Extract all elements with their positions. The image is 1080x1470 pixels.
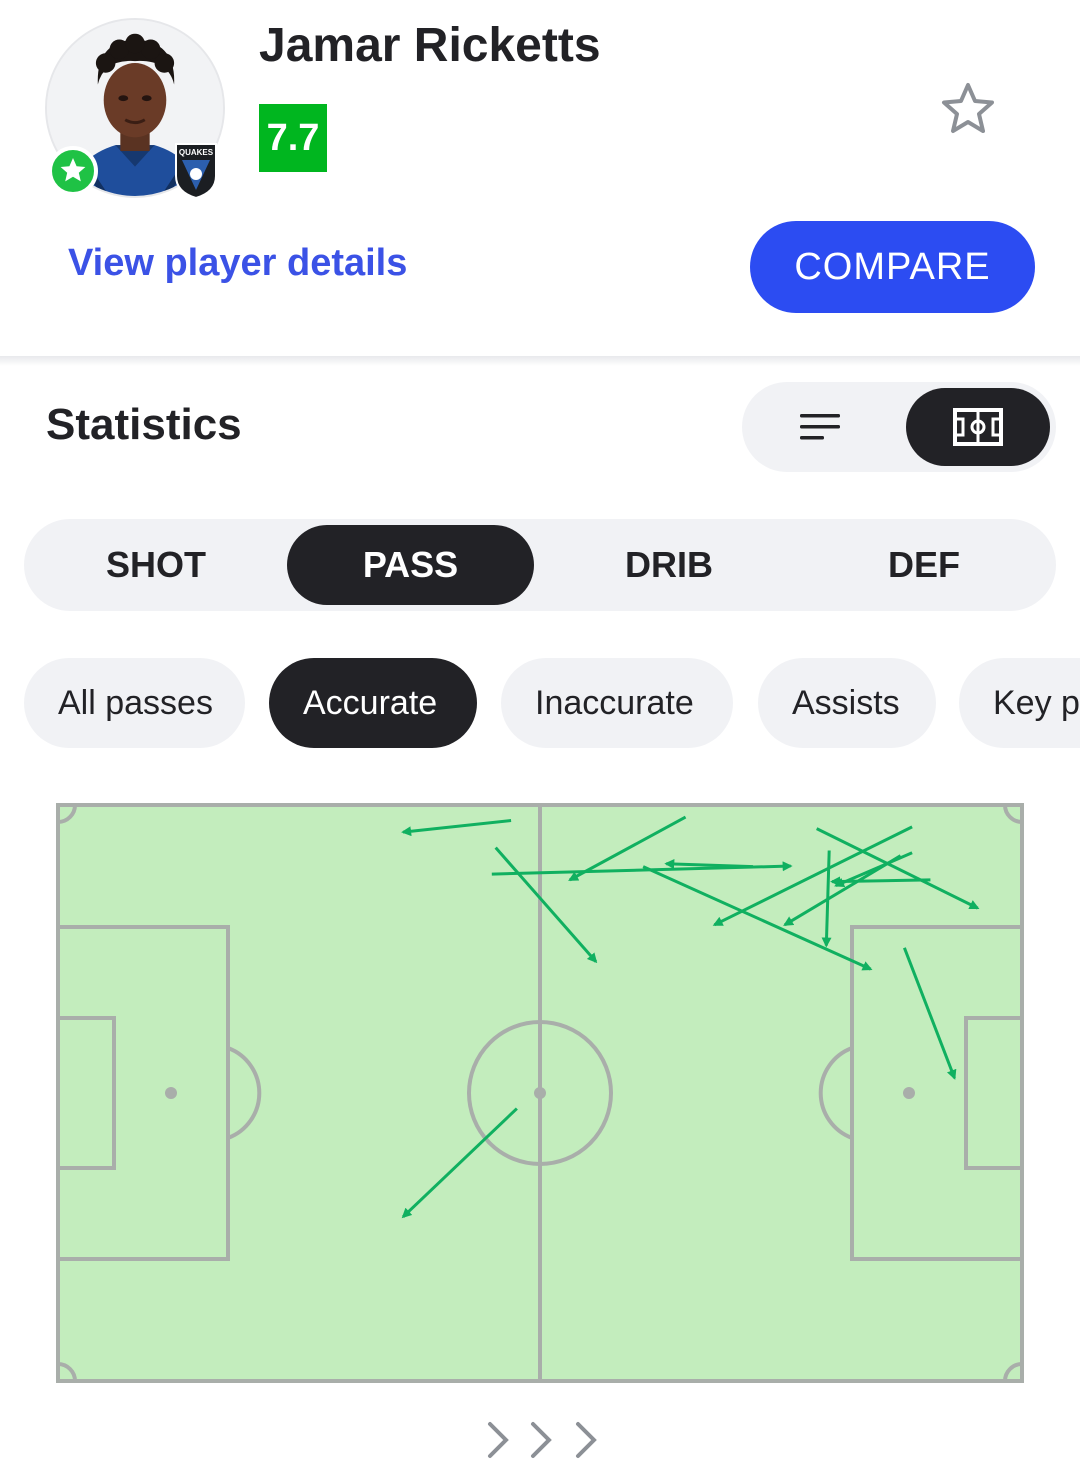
chevron-right-icon[interactable] [566, 1418, 606, 1462]
filter-assists[interactable]: Assists [758, 658, 936, 748]
view-player-details-link[interactable]: View player details [68, 242, 407, 285]
tab-pass[interactable]: PASS [287, 525, 534, 605]
chevron-right-icon[interactable] [521, 1418, 561, 1462]
favorite-star-icon[interactable] [938, 80, 998, 140]
filter-all-passes[interactable]: All passes [24, 658, 245, 748]
filter-key-passes[interactable]: Key passes [959, 658, 1080, 748]
pitch-view-icon[interactable] [906, 388, 1050, 466]
tab-shot[interactable]: SHOT [30, 525, 282, 605]
player-header: QUAKES Jamar Ricketts 7.7 View player de… [0, 0, 1080, 356]
club-badge-icon: QUAKES [172, 140, 220, 200]
right-penalty-spot [903, 1087, 915, 1099]
compare-button[interactable]: COMPARE [750, 221, 1035, 313]
center-spot [534, 1087, 546, 1099]
svg-text:QUAKES: QUAKES [179, 148, 214, 157]
player-name: Jamar Ricketts [259, 19, 601, 72]
player-rating-badge: 7.7 [259, 104, 327, 172]
left-penalty-spot [165, 1087, 177, 1099]
list-view-icon[interactable] [780, 402, 860, 452]
chevron-right-icon[interactable] [478, 1418, 518, 1462]
statistics-title: Statistics [46, 400, 242, 449]
top-player-badge-icon [48, 146, 98, 196]
stat-category-tabs: SHOT PASS DRIB DEF [24, 519, 1056, 611]
view-mode-toggle [742, 382, 1056, 472]
pass-map-pitch [56, 803, 1024, 1383]
filter-accurate[interactable]: Accurate [269, 658, 477, 748]
filter-inaccurate[interactable]: Inaccurate [501, 658, 733, 748]
section-divider [0, 356, 1080, 366]
tab-drib[interactable]: DRIB [540, 525, 798, 605]
tab-def[interactable]: DEF [798, 525, 1050, 605]
